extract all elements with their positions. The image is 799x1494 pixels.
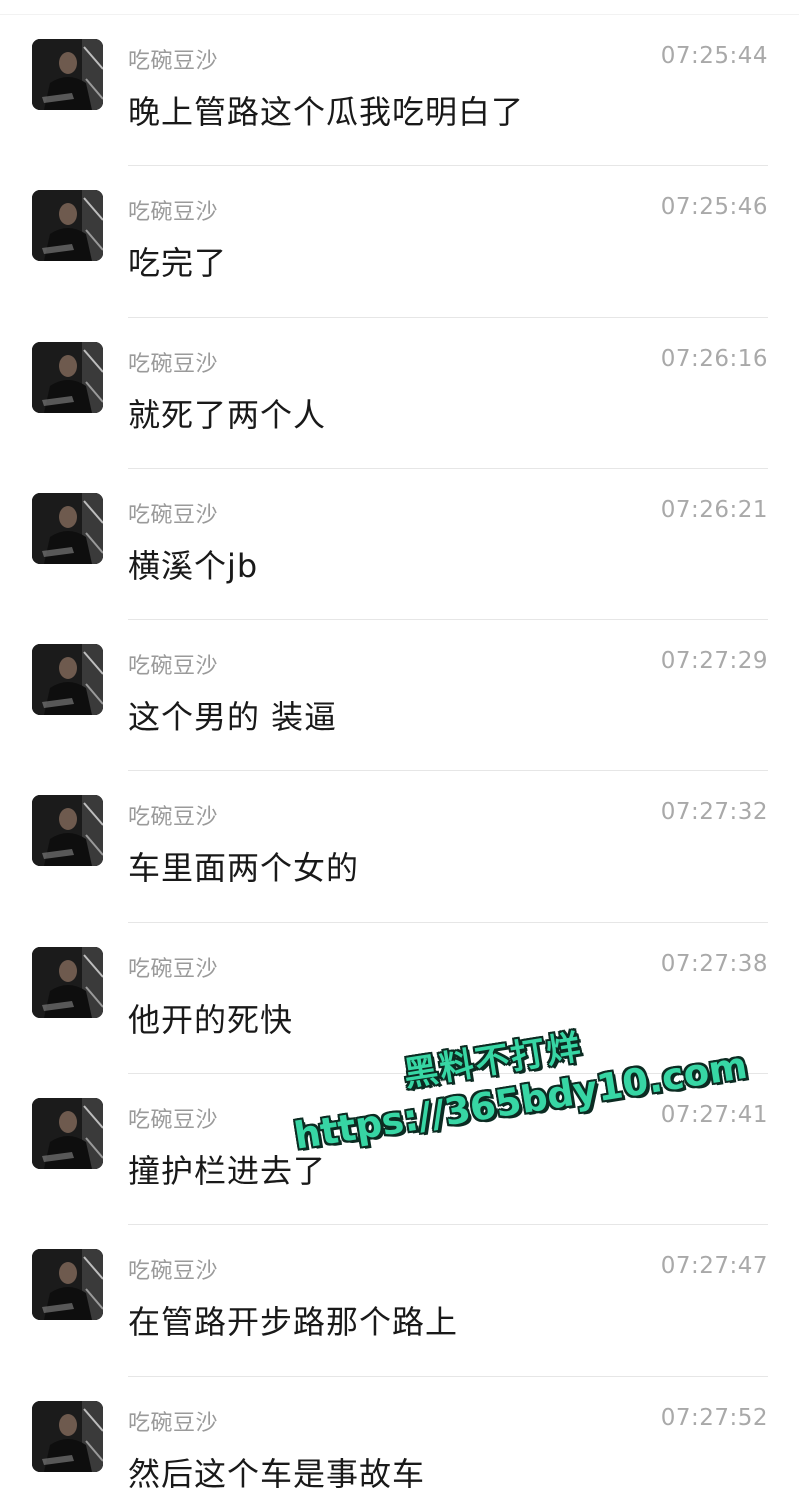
sender-name: 吃碗豆沙 [128, 1108, 219, 1134]
message-text[interactable]: 撞护栏进去了 [128, 1146, 326, 1192]
message-time: 07:26:21 [660, 496, 768, 523]
sender-name: 吃碗豆沙 [128, 1259, 219, 1285]
message-time: 07:27:41 [660, 1102, 768, 1129]
avatar[interactable] [32, 1098, 103, 1170]
message-time: 07:25:44 [660, 43, 768, 69]
avatar[interactable] [32, 1400, 103, 1472]
avatar[interactable] [32, 39, 103, 110]
message-text[interactable]: 横溪个jb [128, 541, 258, 587]
message-time: 07:27:29 [660, 648, 768, 675]
sender-name: 吃碗豆沙 [128, 654, 219, 680]
avatar[interactable] [32, 190, 103, 262]
message-text[interactable]: 在管路开步路那个路上 [128, 1297, 458, 1343]
avatar[interactable] [32, 341, 103, 413]
message-text[interactable]: 晚上管路这个瓜我吃明白了 [128, 87, 524, 133]
message-text[interactable]: 然后这个车是事故车 [128, 1449, 425, 1494]
list-item[interactable]: 吃碗豆沙 07:26:21 横溪个jb [0, 469, 799, 621]
message-text[interactable]: 他开的死快 [128, 995, 293, 1041]
list-item[interactable]: 吃碗豆沙 07:26:16 就死了两个人 [0, 318, 799, 469]
sender-name: 吃碗豆沙 [128, 502, 219, 528]
sender-name: 吃碗豆沙 [128, 956, 219, 982]
message-list[interactable]: 吃碗豆沙 07:25:44 晚上管路这个瓜我吃明白了 吃碗豆沙 07:25:46… [0, 15, 799, 1494]
message-text[interactable]: 这个男的 装逼 [128, 692, 337, 738]
message-time: 07:27:52 [660, 1404, 768, 1431]
avatar[interactable] [32, 946, 103, 1018]
sender-name: 吃碗豆沙 [128, 200, 219, 226]
avatar[interactable] [32, 795, 103, 867]
message-time: 07:27:38 [660, 950, 768, 977]
list-item[interactable]: 吃碗豆沙 07:27:52 然后这个车是事故车 [0, 1377, 799, 1494]
avatar[interactable] [32, 492, 103, 564]
message-time: 07:25:46 [660, 194, 768, 221]
message-text[interactable]: 车里面两个女的 [128, 843, 359, 889]
message-text[interactable]: 吃完了 [128, 238, 227, 284]
avatar[interactable] [32, 1249, 103, 1321]
message-time: 07:27:47 [660, 1253, 768, 1280]
message-text[interactable]: 就死了两个人 [128, 390, 326, 436]
list-item[interactable]: 吃碗豆沙 07:27:32 车里面两个女的 [0, 771, 799, 923]
chat-history-page: 吃碗豆沙 07:25:44 晚上管路这个瓜我吃明白了 吃碗豆沙 07:25:46… [0, 0, 799, 1494]
sender-name: 吃碗豆沙 [128, 805, 219, 831]
list-item[interactable]: 吃碗豆沙 07:27:29 这个男的 装逼 [0, 620, 799, 772]
list-item[interactable]: 吃碗豆沙 07:25:46 吃完了 [0, 166, 799, 318]
sender-name: 吃碗豆沙 [128, 49, 219, 74]
list-item[interactable]: 吃碗豆沙 07:27:41 撞护栏进去了 [0, 1074, 799, 1226]
message-time: 07:26:16 [660, 345, 768, 372]
list-item[interactable]: 吃碗豆沙 07:27:38 他开的死快 [0, 923, 799, 1075]
message-time: 07:27:32 [660, 799, 768, 826]
sender-name: 吃碗豆沙 [128, 1410, 219, 1436]
sender-name: 吃碗豆沙 [128, 351, 219, 377]
list-item[interactable]: 吃碗豆沙 07:25:44 晚上管路这个瓜我吃明白了 [0, 15, 799, 167]
avatar[interactable] [32, 644, 103, 716]
list-item[interactable]: 吃碗豆沙 07:27:47 在管路开步路那个路上 [0, 1225, 799, 1377]
